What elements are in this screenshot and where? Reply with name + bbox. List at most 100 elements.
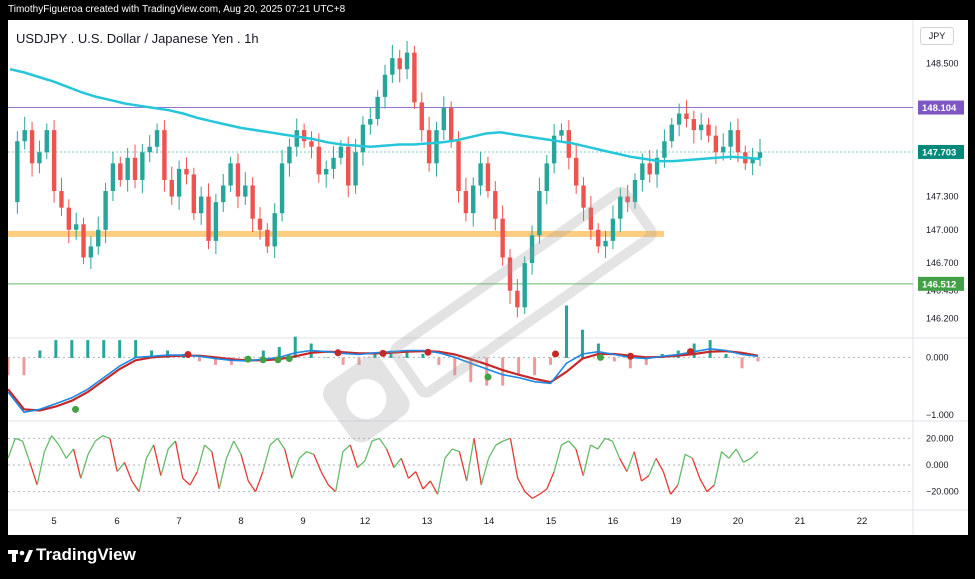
macd-tick-label: 0.000	[926, 352, 949, 362]
price-label-text: 147.703	[922, 147, 956, 158]
candle-body	[375, 96, 380, 120]
candle-body	[728, 130, 733, 147]
oscillator-line-segment	[72, 448, 82, 479]
candle-body	[713, 135, 719, 153]
oscillator-line-segment	[436, 458, 446, 495]
oscillator-line-segment	[750, 451, 759, 459]
oscillator-line-segment	[313, 454, 322, 472]
candle-body	[735, 130, 741, 153]
oscillator-line-segment	[539, 488, 548, 495]
oscillator-line-segment	[327, 484, 337, 493]
candle-body	[243, 185, 248, 197]
candle-body	[368, 119, 373, 125]
time-tick-label: 8	[238, 516, 243, 527]
oscillator-line-segment	[298, 451, 307, 459]
candle-body	[757, 152, 763, 158]
macd-tick-label: −1.000	[926, 410, 954, 420]
candle-body	[235, 163, 241, 197]
oscillator-line-segment	[611, 440, 621, 459]
candle-body	[294, 130, 299, 147]
candle-body	[103, 191, 108, 230]
macd-cross-marker	[244, 355, 252, 363]
oscillator-line-segment	[655, 458, 664, 472]
macd-cross-marker	[274, 356, 282, 364]
oscillator-line-segment	[677, 454, 686, 486]
oscillator-line-segment	[116, 461, 126, 473]
candle-body	[169, 179, 174, 197]
tradingview-logo-icon	[8, 550, 33, 562]
oscillator-line-segment	[626, 451, 635, 472]
candle-body	[118, 163, 123, 180]
candle-body	[471, 185, 476, 214]
oscillator-line-segment	[619, 458, 628, 472]
time-tick-label: 15	[546, 516, 557, 527]
candle-body	[618, 196, 623, 219]
macd-cross-marker	[552, 350, 559, 358]
candle-body	[404, 52, 410, 70]
candle-body	[390, 58, 395, 75]
oscillator-line-segment	[284, 448, 293, 479]
candle-body	[419, 102, 424, 131]
candle-body	[206, 196, 211, 241]
macd-cross-marker	[627, 352, 634, 360]
price-tick-label: 146.700	[926, 258, 959, 268]
candle-body	[706, 124, 711, 136]
oscillator-line-segment	[488, 444, 497, 459]
time-tick-label: 6	[114, 516, 119, 527]
oscillator-line-segment	[211, 451, 220, 490]
oscillator-line-segment	[706, 484, 715, 493]
candle-body	[250, 185, 255, 219]
candle-body	[29, 130, 35, 164]
time-tick-label: 20	[733, 516, 744, 527]
candle-body	[456, 141, 461, 192]
candle-body	[272, 213, 277, 247]
chart-title: USDJPY . U.S. Dollar / Japanese Yen . 1h	[16, 31, 259, 46]
oscillator-line-segment	[65, 448, 75, 459]
candle-body	[316, 146, 322, 175]
oscillator-line-segment	[735, 448, 745, 463]
oscillator-line-segment	[254, 471, 264, 492]
oscillator-line-segment	[531, 493, 540, 499]
oscillator-line-segment	[7, 438, 16, 459]
candle-body	[662, 141, 667, 158]
candle-body	[301, 130, 307, 142]
candle-body	[441, 107, 447, 131]
candle-body	[603, 240, 608, 247]
oscillator-line-segment	[451, 448, 460, 453]
candle-body	[309, 141, 314, 147]
oscillator-line-segment	[495, 440, 504, 446]
candle-body	[353, 152, 358, 186]
oscillator-tick-label: 0.000	[926, 460, 949, 470]
candle-body	[537, 191, 542, 236]
candle-body	[110, 163, 116, 192]
oscillator-line-segment	[393, 457, 402, 469]
oscillator-line-segment	[335, 451, 344, 492]
oscillator-line-segment	[152, 444, 162, 476]
candle-body	[140, 152, 145, 180]
candle-body	[698, 124, 704, 131]
currency-button[interactable]: JPY	[920, 27, 954, 45]
oscillator-line-segment	[553, 444, 563, 472]
macd-cross-marker	[285, 355, 293, 363]
oscillator-line-segment	[546, 471, 555, 490]
oscillator-line-segment	[204, 444, 213, 453]
candle-body	[360, 124, 366, 153]
chart-panel: 148.500147.300147.000146.700146.200146.4…	[6, 20, 968, 535]
candle-body	[279, 163, 285, 214]
oscillator-line-segment	[262, 444, 271, 472]
oscillator-line-segment	[342, 444, 351, 453]
oscillator-line-segment	[509, 438, 519, 479]
candle-body	[132, 157, 138, 180]
oscillator-line-segment	[386, 448, 395, 468]
oscillator-line-segment	[524, 491, 533, 499]
candle-body	[691, 119, 697, 131]
oscillator-line-segment	[728, 448, 737, 459]
candle-body	[125, 157, 130, 180]
oscillator-line-segment	[743, 457, 752, 463]
candle-body	[323, 168, 329, 175]
candle-body	[426, 130, 432, 164]
price-label-text: 148.104	[922, 103, 957, 114]
oscillator-line-segment	[145, 444, 155, 459]
candle-body	[544, 163, 549, 192]
oscillator-line-segment	[641, 475, 650, 482]
